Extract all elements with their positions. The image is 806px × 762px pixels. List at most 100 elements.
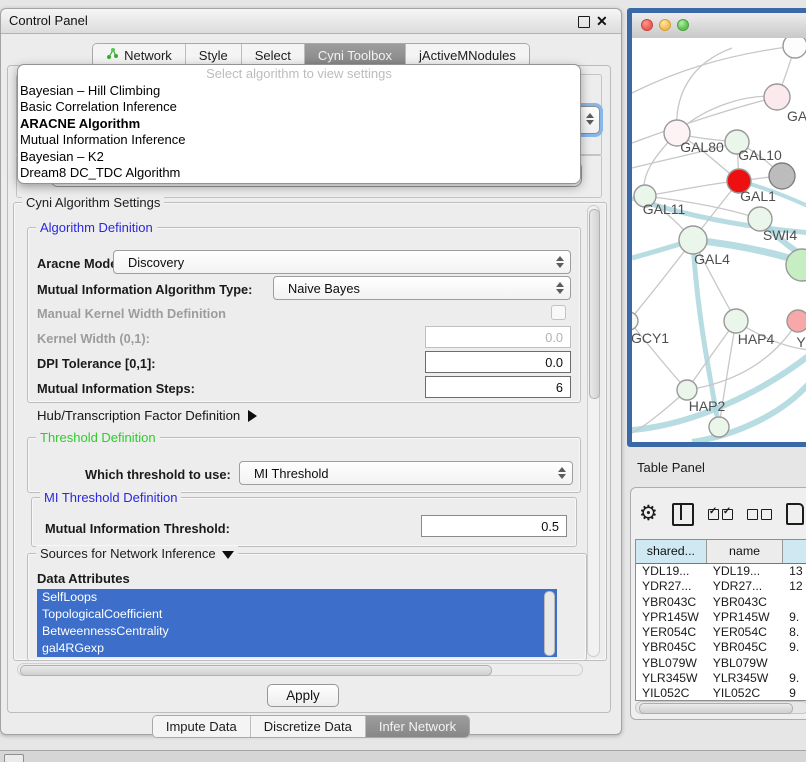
table-cell: [783, 656, 806, 671]
tab-label: Select: [255, 48, 291, 63]
table-row[interactable]: YBR043CYBR043C: [636, 595, 806, 610]
network-edge[interactable]: [632, 240, 693, 321]
algorithm-option-bayesian-hill-climbing[interactable]: Bayesian – Hill Climbing: [18, 83, 580, 99]
node-HAP4-label: HAP4: [738, 331, 775, 347]
aracne-mode-value: Discovery: [128, 255, 184, 270]
tab-style[interactable]: Style: [186, 44, 242, 66]
table-cell: YER054C: [707, 625, 783, 640]
network-edge[interactable]: [645, 181, 739, 196]
mi-steps-label: Mutual Information Steps:: [37, 381, 195, 396]
float-window-icon[interactable]: [578, 16, 590, 28]
manual-kernel-checkbox[interactable]: [551, 305, 566, 320]
status-strip: [0, 750, 806, 762]
table-row[interactable]: YBL079WYBL079W: [636, 656, 806, 671]
tab-network[interactable]: Network: [93, 44, 186, 66]
network-edge[interactable]: [677, 96, 777, 133]
attribute-item-betweennesscentrality[interactable]: BetweennessCentrality: [37, 623, 557, 640]
mi-type-select[interactable]: Naive Bayes: [273, 276, 571, 300]
settings-vertical-scrollbar[interactable]: [587, 205, 600, 657]
column-header-name[interactable]: name: [707, 540, 784, 563]
dpi-tolerance-field[interactable]: [425, 351, 571, 373]
algorithm-option-mutual-information-inference[interactable]: Mutual Information Inference: [18, 132, 580, 148]
minimize-traffic-light[interactable]: [659, 19, 671, 31]
node-bottom[interactable]: [709, 417, 729, 437]
table-row[interactable]: YLR345WYLR345W9.: [636, 671, 806, 686]
network-edge[interactable]: [677, 48, 732, 133]
attribute-item-topologicalcoefficient[interactable]: TopologicalCoefficient: [37, 606, 557, 623]
network-window-titlebar[interactable]: [632, 13, 806, 39]
aracne-mode-select[interactable]: Discovery: [113, 250, 571, 274]
control-panel-titlebar[interactable]: Control Panel ✕: [1, 9, 621, 34]
table-horizontal-scrollbar[interactable]: [635, 701, 806, 714]
apply-button[interactable]: Apply: [267, 684, 339, 707]
node-HAP2[interactable]: [677, 380, 697, 400]
tab-select[interactable]: Select: [242, 44, 305, 66]
node-HAP2-label: HAP2: [689, 398, 726, 414]
settings-horizontal-scrollbar[interactable]: [17, 663, 583, 676]
kernel-width-field[interactable]: [425, 326, 571, 348]
tab-infer-network[interactable]: Infer Network: [366, 716, 469, 737]
gear-icon[interactable]: ⚙: [639, 503, 658, 525]
table-row[interactable]: YER054CYER054C8.: [636, 625, 806, 640]
dpi-tolerance-label: DPI Tolerance [0,1]:: [37, 356, 156, 371]
table-row[interactable]: YBR045CYBR045C9.: [636, 640, 806, 655]
aracne-mode-label: Aracne Mode:: [37, 256, 122, 271]
column-header-2[interactable]: [783, 540, 806, 563]
column-header-shared[interactable]: shared...: [636, 540, 707, 563]
node-HAP4[interactable]: [724, 309, 748, 333]
node-GCY1[interactable]: [632, 312, 638, 330]
node-top[interactable]: [783, 38, 806, 58]
deselect-all-icon[interactable]: [747, 509, 772, 520]
node-salmon[interactable]: [787, 310, 806, 332]
select-all-icon[interactable]: [708, 509, 733, 520]
table-row[interactable]: YDR27...YDR27...12: [636, 579, 806, 594]
data-attributes-list: SelfLoopsTopologicalCoefficientBetweenne…: [37, 589, 557, 657]
tab-jactivemnodules[interactable]: jActiveMNodules: [406, 44, 529, 66]
node-GAL4[interactable]: [679, 226, 707, 254]
node-green-bright[interactable]: [786, 249, 806, 281]
list-scrollbar[interactable]: [544, 591, 555, 656]
algorithm-option-basic-correlation-inference[interactable]: Basic Correlation Inference: [18, 99, 580, 115]
table-row[interactable]: YIL052CYIL052C9: [636, 686, 806, 701]
table-cell: YBR045C: [707, 640, 783, 655]
table-cell: YDR27...: [636, 579, 707, 594]
zoom-traffic-light[interactable]: [677, 19, 689, 31]
table-row[interactable]: YPR145WYPR145W9.: [636, 610, 806, 625]
table-cell: YDL19...: [636, 564, 707, 579]
window-title: Control Panel: [9, 13, 88, 28]
table-panel-title: Table Panel: [637, 460, 705, 475]
table-cell: [783, 595, 806, 610]
collapsed-panel-button[interactable]: [4, 754, 24, 762]
mi-threshold-field[interactable]: [421, 515, 567, 537]
combo-arrows-icon: [558, 467, 566, 479]
table-cell: 9: [783, 686, 806, 701]
mi-steps-field[interactable]: [425, 376, 571, 398]
node-gray[interactable]: [769, 163, 795, 189]
attribute-item-selfloops[interactable]: SelfLoops: [37, 589, 557, 606]
node-GAL11-label: GAL11: [643, 201, 686, 217]
algorithm-option-bayesian-k2[interactable]: Bayesian – K2: [18, 149, 580, 165]
tab-cyni-toolbox[interactable]: Cyni Toolbox: [305, 44, 406, 66]
screen: Control Panel ✕ NetworkStyle Select Cyni T…: [0, 0, 806, 762]
algorithm-option-dream8-dc-tdc-algorithm[interactable]: Dream8 DC_TDC Algorithm: [18, 165, 580, 181]
columns-icon[interactable]: [672, 503, 694, 526]
close-icon[interactable]: ✕: [596, 12, 608, 30]
sources-title[interactable]: Sources for Network Inference: [36, 546, 238, 561]
node-gal-partial[interactable]: [764, 84, 790, 110]
network-edge[interactable]: [632, 97, 777, 143]
table-row[interactable]: YDL19...YDL19...13: [636, 564, 806, 579]
which-threshold-value: MI Threshold: [254, 466, 328, 481]
attribute-item-gal4rgexp[interactable]: gal4RGexp: [37, 640, 557, 657]
table-cell: 9.: [783, 610, 806, 625]
export-table-icon[interactable]: [786, 503, 804, 525]
which-threshold-select[interactable]: MI Threshold: [239, 461, 573, 485]
node-GAL4-label: GAL4: [694, 251, 730, 267]
node-salmon-label: Y: [796, 334, 806, 350]
network-view-window: GALGAL80GAL10GAL1GAL11SWI4GAL4GCY1HAP4YH…: [627, 8, 806, 447]
network-canvas[interactable]: GALGAL80GAL10GAL1GAL11SWI4GAL4GCY1HAP4YH…: [632, 38, 806, 442]
tab-discretize-data[interactable]: Discretize Data: [251, 716, 366, 737]
close-traffic-light[interactable]: [641, 19, 653, 31]
hub-definition-toggle[interactable]: Hub/Transcription Factor Definition: [37, 408, 257, 423]
tab-impute-data[interactable]: Impute Data: [153, 716, 251, 737]
algorithm-option-aracne-algorithm[interactable]: ARACNE Algorithm: [18, 116, 580, 132]
